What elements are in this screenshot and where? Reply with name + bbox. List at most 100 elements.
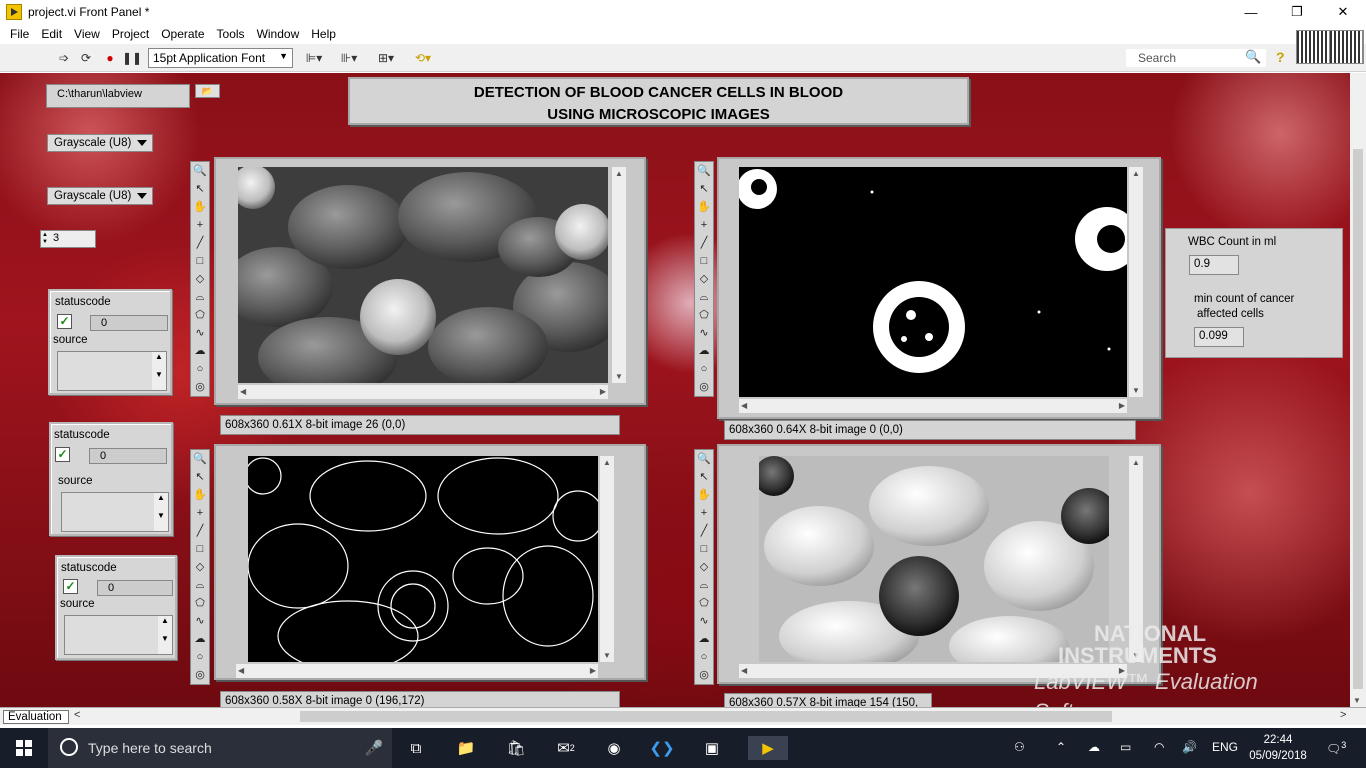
freehand-region-icon[interactable]: ☁ — [191, 630, 209, 648]
connector-pane-icon[interactable] — [1296, 30, 1364, 64]
image-display-threshold[interactable]: ▲ ▼ ◀ ▶ — [717, 157, 1161, 419]
ring-icon[interactable]: ◎ — [191, 666, 209, 684]
polygon-icon[interactable]: ⬠ — [695, 306, 713, 324]
pointer-icon[interactable]: ↖ — [191, 468, 209, 486]
scroll-right-icon[interactable]: > — [1340, 709, 1346, 721]
rectangle-icon[interactable]: □ — [191, 252, 209, 270]
panel-vertical-scrollbar[interactable]: ▼ — [1350, 73, 1366, 707]
image-display-grayscale[interactable]: ▲ ▼ ◀ ▶ — [214, 157, 646, 405]
scroll-arrows-icon[interactable]: ▲ ▼ — [152, 352, 166, 390]
pan-icon[interactable]: ✋ — [191, 486, 209, 504]
scroll-down-icon[interactable]: ▼ — [1353, 696, 1361, 705]
cloud-icon[interactable]: ☁ — [1088, 740, 1100, 754]
numeric-control[interactable]: ▲ ▼ 3 — [40, 230, 96, 248]
microphone-icon[interactable]: 🎤 — [362, 736, 386, 760]
mail-icon[interactable]: ✉ 2 — [554, 736, 578, 760]
rectangle-icon[interactable]: □ — [191, 540, 209, 558]
zoom-icon[interactable]: 🔍 — [191, 162, 209, 180]
polygon-icon[interactable]: ⬠ — [191, 594, 209, 612]
image-type-ring-2[interactable]: Grayscale (U8) — [47, 187, 153, 205]
annulus-icon[interactable]: ⌓ — [191, 288, 209, 306]
image-display-edges[interactable]: ▲ ▼ ◀ ▶ — [214, 444, 646, 680]
menu-window[interactable]: Window — [251, 27, 306, 41]
rotated-rect-icon[interactable]: ◇ — [191, 558, 209, 576]
tray-chevron-up-icon[interactable]: ⌃ — [1056, 740, 1066, 754]
menu-edit[interactable]: Edit — [35, 27, 68, 41]
people-icon[interactable]: ⚇ — [1014, 740, 1025, 754]
notification-center-icon[interactable]: 🗨3 — [1326, 740, 1346, 756]
windows-start-button[interactable] — [0, 728, 48, 768]
source-textbox[interactable]: ▲ ▼ — [57, 351, 167, 391]
point-icon[interactable]: + — [191, 504, 209, 522]
wifi-icon[interactable]: ◠ — [1154, 740, 1164, 754]
taskbar-search-input[interactable]: Type here to search — [48, 728, 392, 768]
line-icon[interactable]: ╱ — [695, 234, 713, 252]
horizontal-scrollbar[interactable]: ◀ ▶ — [739, 399, 1127, 413]
freehand-icon[interactable]: ∿ — [695, 612, 713, 630]
language-indicator[interactable]: ENG — [1212, 740, 1238, 754]
rotated-rect-icon[interactable]: ◇ — [695, 558, 713, 576]
minimize-button[interactable]: — — [1228, 0, 1274, 24]
file-path-control[interactable]: C:\tharun\labview — [46, 84, 190, 108]
scroll-left-icon[interactable]: < — [74, 709, 80, 721]
pause-icon[interactable]: ❚❚ — [122, 50, 142, 66]
pan-icon[interactable]: ✋ — [695, 198, 713, 216]
horizontal-scrollbar[interactable]: ◀ ▶ — [238, 385, 608, 399]
menu-tools[interactable]: Tools — [211, 27, 251, 41]
oval-icon[interactable]: ○ — [695, 648, 713, 666]
annulus-icon[interactable]: ⌓ — [695, 576, 713, 594]
close-button[interactable]: ✕ — [1320, 0, 1366, 24]
vertical-scrollbar[interactable]: ▲ ▼ — [1129, 167, 1143, 397]
menu-project[interactable]: Project — [106, 27, 155, 41]
menu-operate[interactable]: Operate — [155, 27, 210, 41]
browse-folder-icon[interactable]: 📂 — [195, 84, 220, 98]
labview-taskbar-icon[interactable]: ▶ — [748, 736, 788, 760]
zoom-icon[interactable]: 🔍 — [695, 162, 713, 180]
zoom-icon[interactable]: 🔍 — [695, 450, 713, 468]
rotated-rect-icon[interactable]: ◇ — [695, 270, 713, 288]
run-continuously-icon[interactable]: ⟳ — [78, 50, 94, 66]
source-textbox[interactable]: ▲ ▼ — [64, 615, 173, 655]
align-objects-icon[interactable]: ⊫▾ — [303, 50, 325, 66]
oval-icon[interactable]: ○ — [695, 360, 713, 378]
threshold-image[interactable] — [739, 167, 1127, 397]
ring-icon[interactable]: ◎ — [695, 378, 713, 396]
run-arrow-icon[interactable]: ➩ — [56, 50, 72, 66]
grayscale-image[interactable] — [238, 167, 608, 383]
pointer-icon[interactable]: ↖ — [695, 468, 713, 486]
app-icon[interactable]: ▣ — [700, 736, 724, 760]
abort-icon[interactable]: ● — [102, 50, 118, 66]
edge-image[interactable] — [248, 456, 598, 662]
pan-icon[interactable]: ✋ — [695, 486, 713, 504]
clock[interactable]: 22:44 05/09/2018 — [1244, 732, 1312, 764]
font-selector[interactable]: 15pt Application Font ▼ — [148, 48, 293, 68]
volume-icon[interactable]: 🔊 — [1182, 740, 1197, 754]
battery-icon[interactable]: ▭ — [1120, 740, 1131, 754]
help-icon[interactable]: ? — [1276, 49, 1285, 65]
line-icon[interactable]: ╱ — [191, 522, 209, 540]
pan-icon[interactable]: ✋ — [191, 198, 209, 216]
vertical-scrollbar[interactable]: ▲ ▼ — [600, 456, 614, 662]
pointer-icon[interactable]: ↖ — [191, 180, 209, 198]
line-icon[interactable]: ╱ — [191, 234, 209, 252]
rectangle-icon[interactable]: □ — [695, 252, 713, 270]
scroll-thumb[interactable] — [1353, 149, 1363, 689]
chrome-icon[interactable]: ◉ — [602, 736, 626, 760]
store-icon[interactable]: 🛍 — [504, 736, 528, 760]
freehand-icon[interactable]: ∿ — [695, 324, 713, 342]
scroll-arrows-icon[interactable]: ▲ ▼ — [154, 493, 168, 531]
polygon-icon[interactable]: ⬠ — [191, 306, 209, 324]
point-icon[interactable]: + — [191, 216, 209, 234]
task-view-icon[interactable]: ⧉ — [404, 736, 428, 760]
vertical-scrollbar[interactable]: ▲ ▼ — [612, 167, 626, 383]
freehand-region-icon[interactable]: ☁ — [191, 342, 209, 360]
horizontal-scrollbar[interactable]: ◀ ▶ — [236, 664, 598, 678]
error-code-field[interactable]: 0 — [97, 580, 173, 596]
file-explorer-icon[interactable]: 📁 — [454, 736, 478, 760]
ring-icon[interactable]: ◎ — [695, 666, 713, 684]
increment-arrows-icon[interactable]: ▲ ▼ — [42, 232, 48, 246]
vscode-icon[interactable]: ❮❯ — [649, 736, 674, 760]
freehand-icon[interactable]: ∿ — [191, 612, 209, 630]
oval-icon[interactable]: ○ — [191, 648, 209, 666]
freehand-icon[interactable]: ∿ — [191, 324, 209, 342]
